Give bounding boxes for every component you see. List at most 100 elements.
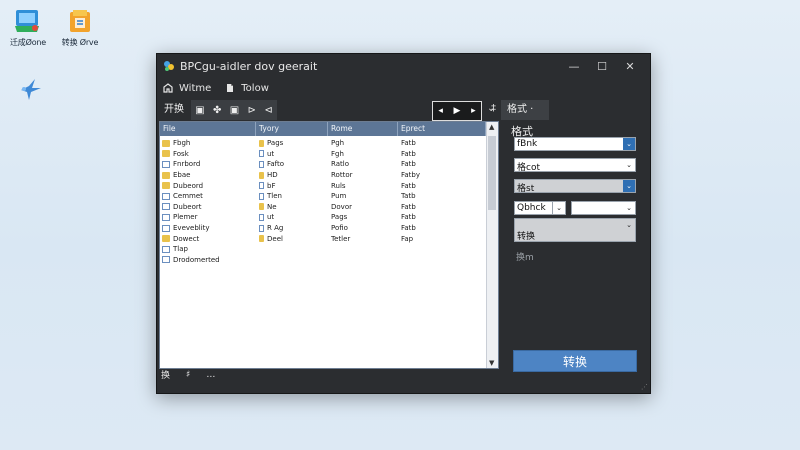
prev-icon[interactable]: ◂ [438,106,443,116]
scroll-thumb[interactable] [488,136,496,210]
table-row[interactable]: Cemmet Tlen Pum Tatb [160,191,486,202]
close-button[interactable]: ✕ [616,60,644,73]
cell-text: Dubeord [173,181,204,190]
chevron-down-icon[interactable]: ⌄ [623,219,635,231]
menu-item-tolow[interactable]: Tolow [225,83,269,94]
file-ext-cell: Fatb [398,203,486,211]
scroll-down-icon[interactable]: ▼ [489,359,494,367]
column-header-file[interactable]: File [160,122,256,136]
table-row[interactable]: Tlap [160,244,486,255]
document-icon [162,203,170,211]
file-ext-cell: Fatb [398,150,486,158]
table-row[interactable]: Fosk ut Fgh Fatb [160,149,486,160]
format-select-2[interactable]: 格cot ⌄ [514,158,636,173]
option-select[interactable]: ⌄ [571,201,636,215]
field-value: fBnk [517,139,538,149]
desktop-icon-converter[interactable]: 迁成Øone [0,8,56,48]
file-type-cell: Ne [256,203,328,211]
menu-item-label: Witme [179,82,212,94]
tool-forward-icon[interactable]: ⊳ [248,105,256,116]
desktop-icon-label: 迁成Øone [10,38,46,47]
sort-icon[interactable]: ‡ [491,103,496,114]
cell-text: Pags [267,139,284,148]
format-select-3[interactable]: 格st ⌄ [514,179,636,194]
file-rome-cell: Rottor [328,171,398,179]
format-select-1[interactable]: fBnk ⌄ [514,137,636,151]
chevron-down-icon[interactable]: ⌄ [623,159,635,171]
table-row[interactable]: Dubeord bF Ruls Fatb [160,180,486,191]
next-icon[interactable]: ▸ [471,106,476,116]
file-type-cell: ut [256,213,328,221]
chevron-down-icon[interactable]: ⌄ [623,202,635,214]
field-value: 格cot [517,163,540,173]
file-rome-cell: Tetler [328,235,398,243]
resize-grip-icon[interactable]: ⋰ [641,383,648,391]
desktop-icon-bird[interactable] [2,76,58,105]
folder-app-icon [65,8,95,34]
column-header-ext[interactable]: Eprect [398,122,486,136]
vertical-scrollbar[interactable]: ▲ ▼ [486,122,498,368]
folder-icon [162,150,170,158]
cell-text: Fatb [401,149,416,158]
table-row[interactable]: Fnrbord Fafto Ratlo Fatb [160,159,486,170]
file-name-cell: Tlap [160,245,256,253]
table-row[interactable]: Plemer ut Pags Fatb [160,212,486,223]
play-icon[interactable]: ▶ [454,106,461,116]
scroll-up-icon[interactable]: ▲ [489,123,494,131]
file-ext-cell: Fatb [398,182,486,190]
cell-text: Fatby [401,171,421,180]
tool-grid-icon[interactable]: ▣ [230,105,239,116]
title-bar[interactable]: BPCgu-aidler dov geerait — ☐ ✕ [157,54,650,78]
cell-text: Fosk [173,149,189,158]
cell-text: Fatb [401,202,416,211]
cell-text: Fbgh [173,139,191,148]
cell-text: Fatb [401,160,416,169]
document-icon [162,245,170,253]
table-row[interactable]: Fbgh Pags Pgh Fatb [160,138,486,149]
tab-convert[interactable]: 开换 [160,100,188,120]
desktop-icon-label: 转换 Ørve [61,38,99,47]
file-type-cell: bF [256,182,328,190]
cell-text: HD [267,171,278,180]
tool-back-icon[interactable]: ⊲ [264,105,272,116]
cell-text: Cemmet [173,192,203,201]
home-icon [163,83,173,93]
folder-icon [162,139,170,147]
status-item[interactable]: 换 [161,368,170,381]
table-row[interactable]: Dubeort Ne Dovor Fatb [160,202,486,213]
chevron-down-icon[interactable]: ⌄ [623,180,635,192]
column-header-type[interactable]: Tyory [256,122,328,136]
maximize-button[interactable]: ☐ [588,60,616,73]
cell-text: Rottor [331,171,353,180]
cell-text: Plemer [173,213,198,222]
status-item[interactable]: ♯ [186,370,190,380]
chevron-down-icon[interactable]: ⌄ [552,202,565,214]
table-row[interactable]: Ebae HD Rottor Fatby [160,170,486,181]
menu-item-witme[interactable]: Witme [163,83,211,94]
table-row[interactable]: Eveveblity R Ag Pofio Fatb [160,223,486,234]
file-rome-cell: Ruls [328,182,398,190]
convert-mode-select[interactable]: 转换 ⌄ [514,218,636,242]
tool-move-icon[interactable]: ✤ [213,105,221,116]
status-item[interactable]: … [206,370,215,380]
table-row[interactable]: Drodomerted [160,255,486,266]
file-name-cell: Ebae [160,171,256,179]
file-type-cell: Deel [256,235,328,243]
file-ext-cell: Tatb [398,192,486,200]
convert-button[interactable]: 转换 [513,350,637,372]
chevron-down-icon[interactable]: ⌄ [623,138,635,150]
tool-save-icon[interactable]: ▣ [195,105,204,116]
cell-text: Deel [267,234,283,243]
column-header-rome[interactable]: Rome [328,122,398,136]
tab-format[interactable]: 格式 · [501,100,549,120]
folder-icon [162,182,170,190]
format-panel: 格式 fBnk ⌄ 格cot ⌄ 格st ⌄ Qbhck ⌄ ⌄ 转换 ⌄ 换m… [505,121,645,381]
quality-select[interactable]: Qbhck ⌄ [514,201,566,215]
desktop-icon-folder-app[interactable]: 转换 Ørve [52,8,108,48]
file-name-cell: Dubeord [160,182,256,190]
table-row[interactable]: Dowect Deel Tetler Fap [160,233,486,244]
folder-icon [162,235,170,243]
type-icon [259,192,264,200]
file-name-cell: Fosk [160,150,256,158]
minimize-button[interactable]: — [560,60,588,73]
